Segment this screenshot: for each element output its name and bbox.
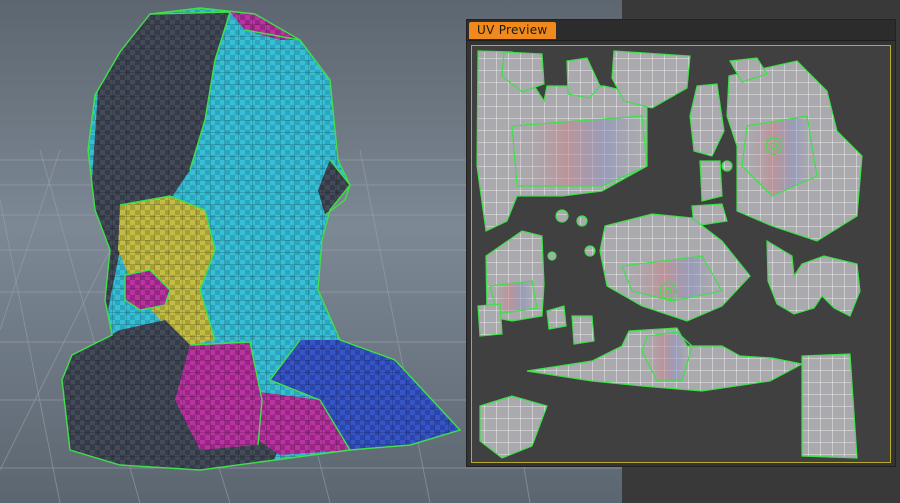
- uv-tab-strip: UV Preview: [467, 20, 895, 41]
- tab-uv-preview[interactable]: UV Preview: [469, 22, 556, 39]
- app-window: UV Preview: [0, 0, 900, 503]
- uv-preview-panel: UV Preview: [466, 19, 896, 467]
- uv-preview-canvas[interactable]: [471, 45, 891, 463]
